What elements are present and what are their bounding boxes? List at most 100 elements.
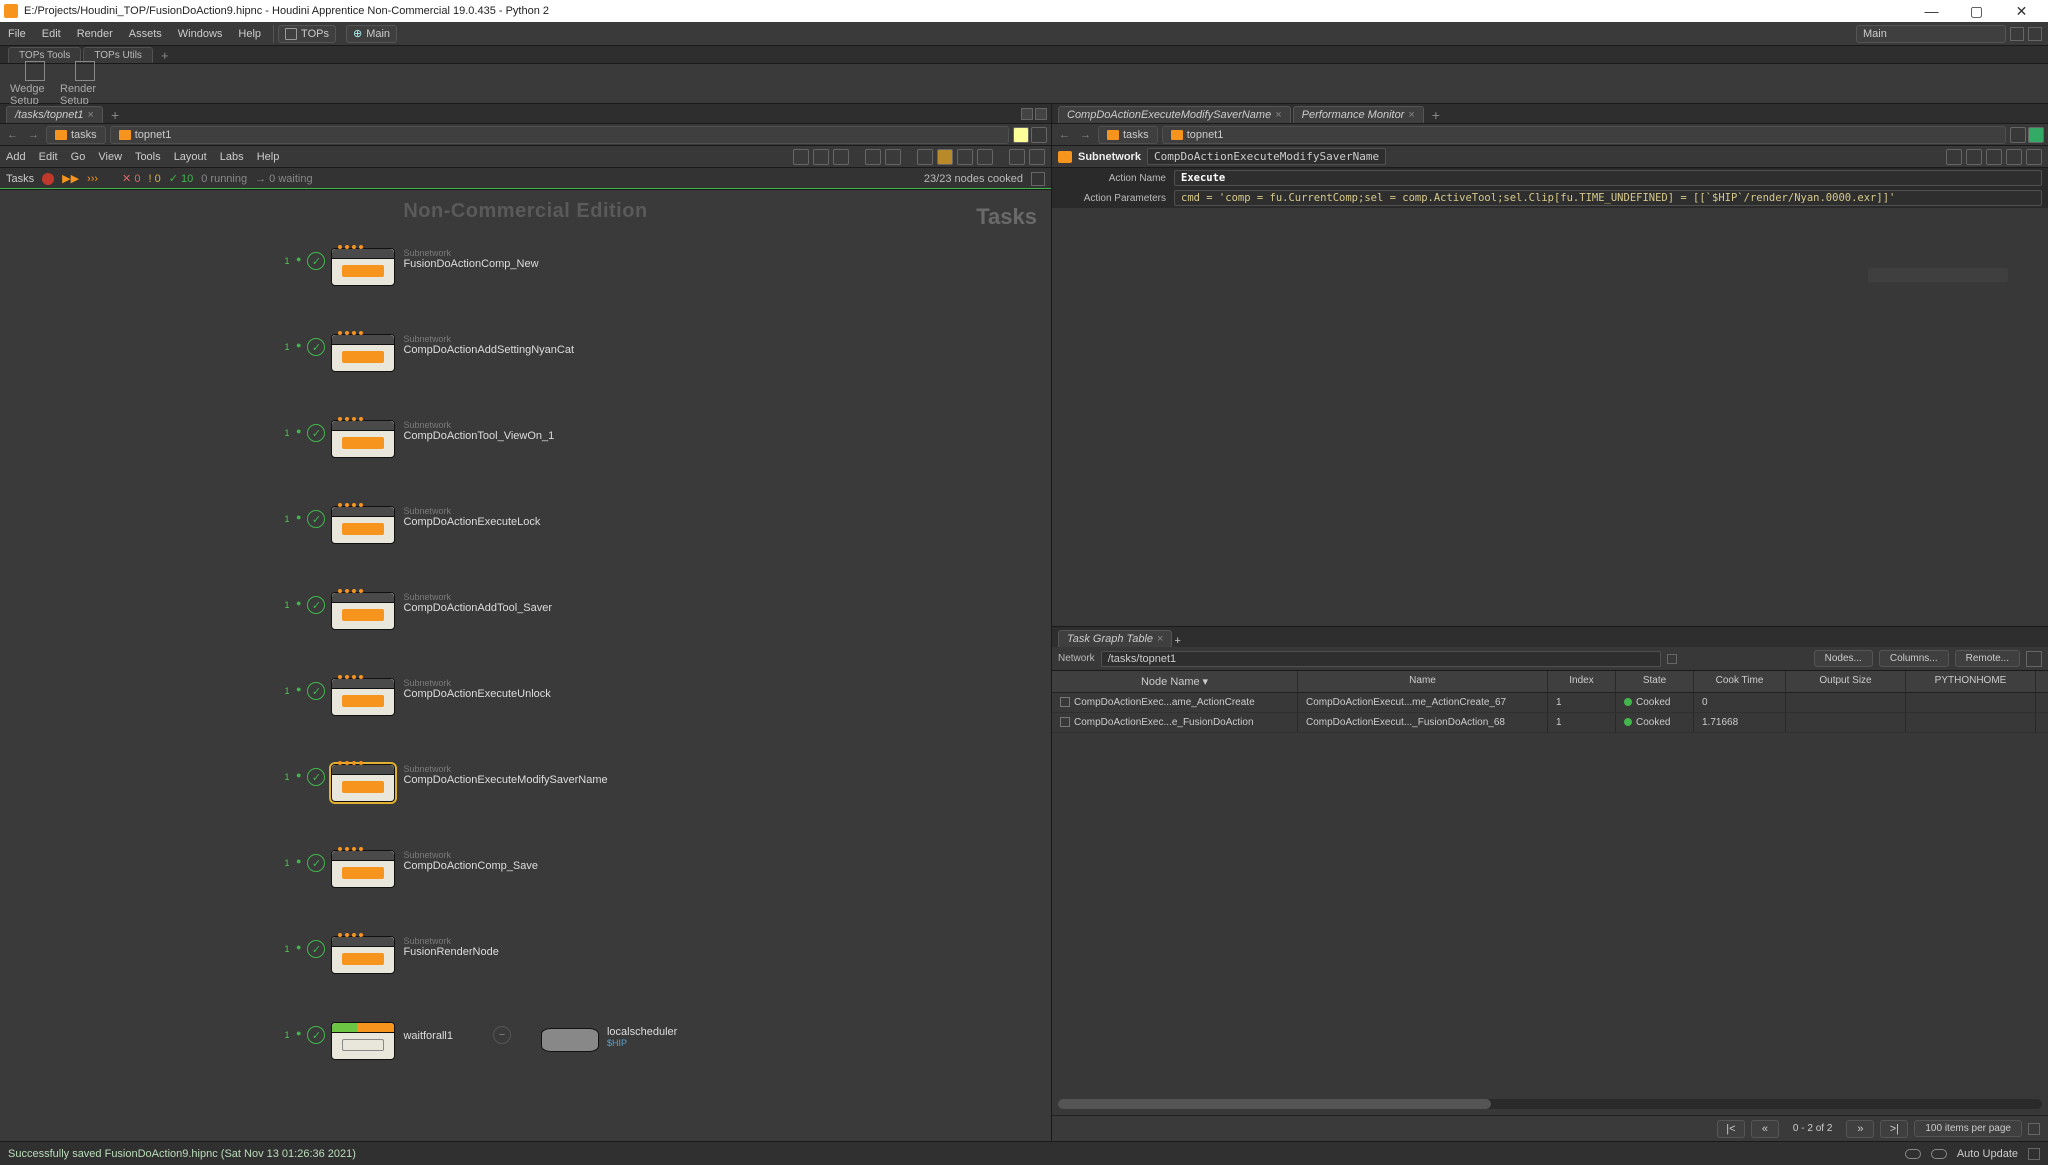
col-index[interactable]: Index — [1548, 671, 1616, 692]
update-mode[interactable]: Auto Update — [1957, 1148, 2018, 1160]
add-tab[interactable]: + — [1174, 635, 1180, 647]
shelf-tab-add[interactable]: + — [155, 48, 175, 63]
close-button[interactable]: ✕ — [1999, 0, 2044, 22]
path-seg-topnet[interactable]: topnet1 — [1162, 126, 2006, 144]
gear-icon[interactable] — [1946, 149, 1962, 165]
tgt-tab[interactable]: Task Graph Table× — [1058, 630, 1172, 647]
nav-fwd-icon[interactable]: → — [25, 129, 42, 141]
prev-page-button[interactable]: « — [1751, 1120, 1779, 1138]
maximize-button[interactable]: ▢ — [1954, 0, 1999, 22]
node-body[interactable] — [331, 592, 395, 630]
tool-icon[interactable] — [917, 149, 933, 165]
col-node-name[interactable]: Node Name ▾ — [1052, 671, 1298, 692]
nodes-button[interactable]: Nodes... — [1814, 650, 1873, 667]
add-tab[interactable]: + — [105, 107, 125, 123]
path-seg-topnet[interactable]: topnet1 — [110, 126, 1009, 144]
node-body[interactable] — [331, 420, 395, 458]
menu-render[interactable]: Render — [69, 22, 121, 46]
shelf-tool-render[interactable]: Render Setup — [60, 61, 110, 107]
network-node[interactable]: 1 ● ✓ Subnetwork CompDoActionAddTool_Sav… — [280, 582, 677, 668]
tool-icon[interactable] — [885, 149, 901, 165]
tool-icon[interactable] — [957, 149, 973, 165]
net-menu-tools[interactable]: Tools — [135, 151, 161, 163]
net-menu-go[interactable]: Go — [71, 151, 86, 163]
tool-icon[interactable] — [813, 149, 829, 165]
node-body[interactable] — [331, 506, 395, 544]
chevron-down-icon[interactable] — [1667, 654, 1677, 664]
network-node[interactable]: 1 ● ✓ waitforall1 − localscheduler $HIP — [280, 1012, 677, 1072]
net-menu-layout[interactable]: Layout — [174, 151, 207, 163]
network-view[interactable]: Non-Commercial Edition Tasks 1 ● ✓ Subne… — [0, 190, 1051, 1141]
node-body[interactable] — [331, 764, 395, 802]
h-scrollbar[interactable] — [1058, 1099, 2042, 1109]
network-tab[interactable]: /tasks/topnet1 × — [6, 106, 103, 123]
network-path-field[interactable]: /tasks/topnet1 — [1101, 651, 1661, 667]
pane-menu-icon[interactable] — [1035, 108, 1047, 120]
desktop-selector[interactable]: TOPs — [278, 25, 336, 43]
net-menu-view[interactable]: View — [98, 151, 122, 163]
network-node[interactable]: 1 ● ✓ Subnetwork CompDoActionAddSettingN… — [280, 324, 677, 410]
scheduler-node[interactable] — [541, 1028, 599, 1052]
parm-value-action-name[interactable]: Execute — [1174, 170, 2042, 186]
parm-tab-node[interactable]: CompDoActionExecuteModifySaverName× — [1058, 106, 1291, 123]
stop-button[interactable] — [42, 173, 54, 185]
info-icon[interactable] — [2006, 149, 2022, 165]
nav-back-icon[interactable]: ← — [1056, 129, 1073, 141]
scrollbar-thumb[interactable] — [1058, 1099, 1491, 1109]
network-node[interactable]: 1 ● ✓ Subnetwork FusionDoActionComp_New — [280, 238, 677, 324]
node-body[interactable] — [331, 334, 395, 372]
menu-file[interactable]: File — [0, 22, 34, 46]
last-page-button[interactable]: >| — [1880, 1120, 1908, 1138]
table-row[interactable]: CompDoActionExec...ame_ActionCreate Comp… — [1052, 693, 2048, 713]
grid-icon[interactable] — [1029, 149, 1045, 165]
scene-selector[interactable]: ⊕ Main — [346, 25, 397, 43]
nav-fwd-icon[interactable]: → — [1077, 129, 1094, 141]
add-tab[interactable]: + — [1426, 107, 1446, 123]
network-node[interactable]: 1 ● ✓ Subnetwork CompDoActionExecuteModi… — [280, 754, 677, 840]
col-name[interactable]: Name — [1298, 671, 1548, 692]
add-icon[interactable] — [2028, 127, 2044, 143]
net-menu-add[interactable]: Add — [6, 151, 26, 163]
menu-windows[interactable]: Windows — [170, 22, 231, 46]
minus-icon[interactable]: − — [493, 1026, 511, 1044]
net-menu-help[interactable]: Help — [257, 151, 280, 163]
sync-status-icon[interactable] — [1931, 1149, 1947, 1159]
close-icon[interactable]: × — [1157, 633, 1163, 645]
dirty-button[interactable]: ››› — [87, 173, 98, 185]
network-node[interactable]: 1 ● ✓ Subnetwork CompDoActionExecuteUnlo… — [280, 668, 677, 754]
node-body[interactable] — [331, 1022, 395, 1060]
network-node[interactable]: 1 ● ✓ Subnetwork CompDoActionComp_Save — [280, 840, 677, 926]
node-body[interactable] — [331, 248, 395, 286]
col-pythonhome[interactable]: PYTHONHOME — [1906, 671, 2036, 692]
path-seg-tasks[interactable]: tasks — [46, 126, 106, 144]
chevron-down-icon[interactable] — [2028, 1123, 2040, 1135]
col-state[interactable]: State — [1616, 671, 1694, 692]
shelf-tool-wedge[interactable]: Wedge Setup — [10, 61, 60, 107]
list-icon[interactable] — [1031, 172, 1045, 186]
tool-icon[interactable] — [793, 149, 809, 165]
parm-tab-perfmon[interactable]: Performance Monitor× — [1293, 106, 1424, 123]
link-icon[interactable] — [1031, 127, 1047, 143]
network-node[interactable]: 1 ● ✓ Subnetwork CompDoActionExecuteLock — [280, 496, 677, 582]
search-icon[interactable] — [1986, 149, 2002, 165]
minimize-button[interactable]: — — [1909, 0, 1954, 22]
close-icon[interactable]: × — [1275, 109, 1281, 121]
node-body[interactable] — [331, 936, 395, 974]
filter-icon[interactable] — [1966, 149, 1982, 165]
chevron-down-icon[interactable] — [2028, 1148, 2040, 1160]
cloud-status-icon[interactable] — [1905, 1149, 1921, 1159]
node-name-field[interactable]: CompDoActionExecuteModifySaverName — [1147, 148, 1386, 165]
remote-button[interactable]: Remote... — [1955, 650, 2020, 667]
parm-value-action-params[interactable]: cmd = 'comp = fu.CurrentComp;sel = comp.… — [1174, 190, 2042, 206]
flag-icon[interactable] — [937, 149, 953, 165]
tool-icon[interactable] — [977, 149, 993, 165]
search-icon[interactable] — [1009, 149, 1025, 165]
toggle-icon-2[interactable] — [2028, 27, 2042, 41]
net-menu-edit[interactable]: Edit — [39, 151, 58, 163]
first-page-button[interactable]: |< — [1717, 1120, 1745, 1138]
refresh-icon[interactable] — [2026, 651, 2042, 667]
cook-button[interactable]: ▶▶ — [62, 172, 79, 185]
col-cook-time[interactable]: Cook Time — [1694, 671, 1786, 692]
col-output-size[interactable]: Output Size — [1786, 671, 1906, 692]
node-body[interactable] — [331, 850, 395, 888]
